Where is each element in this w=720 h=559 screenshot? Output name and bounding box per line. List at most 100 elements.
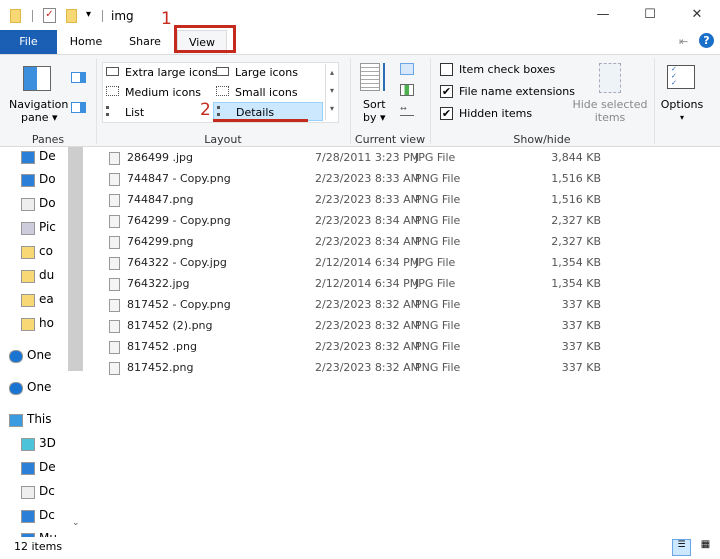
help-icon[interactable]: ? [699, 33, 714, 48]
label: Details [236, 106, 275, 119]
group-label-current-view: Current view [354, 133, 426, 146]
nav-item[interactable]: ea [39, 292, 54, 306]
nav-item[interactable]: Dc [39, 484, 55, 498]
label: File name extensions [459, 85, 575, 98]
folder-icon [21, 270, 35, 283]
sort-by-icon[interactable] [360, 63, 380, 91]
nav-item[interactable]: 3D [39, 436, 56, 450]
file-name: 286499 .jpg [127, 151, 194, 164]
checkbox[interactable] [440, 63, 453, 76]
maximize-button[interactable]: ☐ [627, 4, 673, 26]
file-type: PNG File [415, 340, 461, 353]
file-row[interactable]: 764299.png 2/23/2023 8:34 AM PNG File 2,… [105, 232, 605, 253]
options-icon[interactable]: ✓ ✓ ✓ [667, 65, 695, 89]
download-icon [21, 174, 35, 187]
navigation-pane-label-2[interactable]: pane ▾ [21, 111, 57, 124]
tab-file[interactable]: File [0, 30, 57, 54]
close-button[interactable]: ✕ [674, 4, 720, 26]
divider [96, 58, 97, 144]
layout-small-icons[interactable]: Small icons [216, 86, 298, 99]
file-name: 744847 - Copy.png [127, 172, 231, 185]
preview-pane-icon[interactable] [71, 72, 86, 83]
nav-item[interactable]: Do [39, 172, 56, 186]
group-by-icon[interactable] [400, 63, 414, 75]
folder-synced-icon [21, 246, 35, 259]
file-row[interactable]: 744847 - Copy.png 2/23/2023 8:33 AM PNG … [105, 169, 605, 190]
nav-item[interactable]: One [27, 348, 51, 362]
hide-selected-items-button[interactable]: Hide selected items [568, 98, 652, 124]
file-size: 337 KB [561, 298, 601, 311]
layout-medium-icons[interactable]: Medium icons [106, 86, 201, 99]
documents-icon [21, 198, 35, 211]
file-row[interactable]: 764299 - Copy.png 2/23/2023 8:34 AM PNG … [105, 211, 605, 232]
layout-extra-large-icons[interactable]: Extra large icons [106, 66, 217, 79]
size-columns-icon[interactable]: ↔ [400, 104, 414, 116]
nav-item[interactable]: De [39, 460, 56, 474]
details-view-button[interactable]: ☰ [672, 539, 691, 556]
customize-quick-access-icon[interactable]: ▾ [86, 9, 91, 20]
nav-item[interactable]: One [27, 380, 51, 394]
layout-scroll[interactable]: ▴ ▾ ▾ [325, 64, 338, 120]
label: Large icons [235, 66, 298, 79]
file-name: 764322 - Copy.jpg [127, 256, 227, 269]
details-pane-icon[interactable] [71, 102, 86, 113]
nav-item[interactable]: Dc [39, 508, 55, 522]
new-folder-icon[interactable] [66, 9, 77, 23]
nav-item[interactable]: Pic [39, 220, 56, 234]
nav-item[interactable]: du [39, 268, 54, 282]
pin-ribbon-icon[interactable]: ⇤ [679, 35, 688, 48]
file-row[interactable]: 817452 .png 2/23/2023 8:32 AM PNG File 3… [105, 337, 605, 358]
file-row[interactable]: 286499 .jpg 7/28/2011 3:23 PM JPG File 3… [105, 148, 605, 169]
file-date: 2/23/2023 8:34 AM [315, 214, 421, 227]
onedrive-icon [9, 382, 23, 395]
checkbox-checked[interactable]: ✔ [440, 107, 453, 120]
minimize-button[interactable]: — [580, 4, 626, 26]
step-label: 2 [200, 100, 211, 120]
item-check-boxes-toggle[interactable]: Item check boxes [440, 63, 555, 76]
sort-by-label[interactable]: Sort [363, 98, 386, 111]
add-columns-icon[interactable] [400, 84, 414, 96]
file-type: PNG File [415, 319, 461, 332]
file-row[interactable]: 764322.jpg 2/12/2014 6:34 PM JPG File 1,… [105, 274, 605, 295]
file-date: 2/23/2023 8:32 AM [315, 361, 421, 374]
nav-item[interactable]: co [39, 244, 53, 258]
large-icons-view-button[interactable]: ▦ [697, 539, 714, 556]
image-file-icon [109, 278, 120, 291]
label: List [125, 106, 145, 119]
folder-icon [21, 318, 35, 331]
file-name-extensions-toggle[interactable]: ✔ File name extensions [440, 85, 575, 98]
layout-list[interactable]: List [106, 106, 144, 119]
sort-by-label-2[interactable]: by ▾ [363, 111, 386, 124]
hide-selected-items-icon[interactable] [599, 63, 621, 93]
step-label: 1 [161, 9, 172, 29]
image-file-icon [109, 152, 120, 165]
label: Medium icons [125, 86, 202, 99]
file-date: 2/23/2023 8:33 AM [315, 193, 421, 206]
layout-large-icons[interactable]: Large icons [216, 66, 298, 79]
file-row[interactable]: 817452.png 2/23/2023 8:32 AM PNG File 33… [105, 358, 605, 379]
nav-item[interactable]: ho [39, 316, 54, 330]
tab-share[interactable]: Share [120, 30, 170, 54]
checkbox-checked[interactable]: ✔ [440, 85, 453, 98]
tab-home[interactable]: Home [62, 30, 110, 54]
nav-item[interactable]: Do [39, 196, 56, 210]
file-row[interactable]: 817452 (2).png 2/23/2023 8:32 AM PNG Fil… [105, 316, 605, 337]
hidden-items-toggle[interactable]: ✔ Hidden items [440, 107, 532, 120]
options-button[interactable]: Options ▾ [659, 98, 705, 124]
nav-item[interactable]: This [27, 412, 52, 426]
nav-scrollbar[interactable] [68, 147, 83, 371]
file-name: 764322.jpg [127, 277, 190, 290]
file-row[interactable]: 764322 - Copy.jpg 2/12/2014 6:34 PM JPG … [105, 253, 605, 274]
file-name: 764299 - Copy.png [127, 214, 231, 227]
navigation-pane-icon[interactable] [23, 66, 51, 91]
file-type: JPG File [415, 151, 456, 164]
properties-icon[interactable]: ✓ [43, 8, 56, 23]
scroll-down-icon[interactable]: ⌄ [72, 518, 80, 528]
nav-item[interactable]: De [39, 149, 56, 163]
group-label-panes: Panes [31, 133, 65, 146]
navigation-pane-label[interactable]: Navigation [9, 98, 68, 111]
image-file-icon [109, 173, 120, 186]
file-row[interactable]: 817452 - Copy.png 2/23/2023 8:32 AM PNG … [105, 295, 605, 316]
file-row[interactable]: 744847.png 2/23/2023 8:33 AM PNG File 1,… [105, 190, 605, 211]
image-file-icon [109, 215, 120, 228]
